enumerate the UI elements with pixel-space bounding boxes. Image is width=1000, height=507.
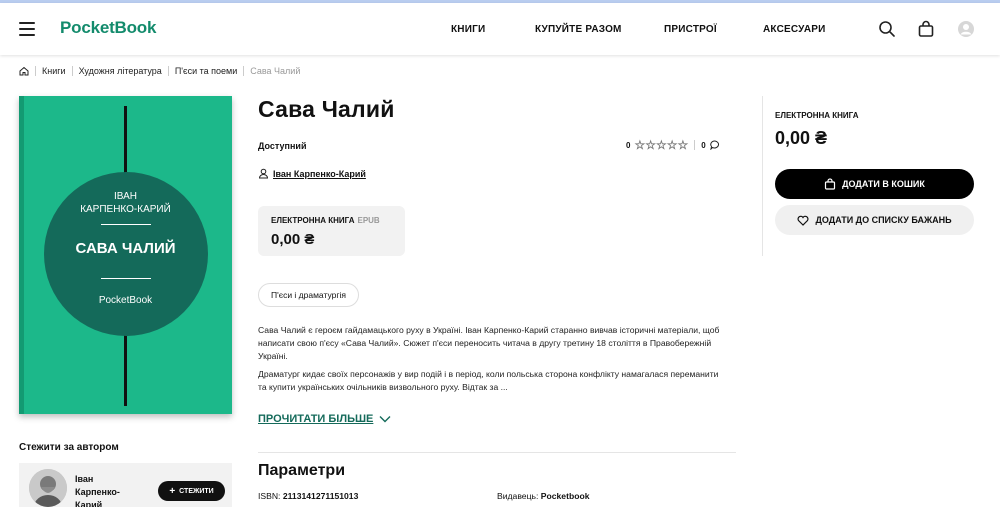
comment-icon <box>709 140 719 150</box>
book-author: Іван Карпенко-Карий <box>258 168 366 179</box>
read-more-link[interactable]: ПРОЧИТАТИ БІЛЬШЕ <box>258 413 391 425</box>
book-description: Сава Чалий є героєм гайдамацького руху в… <box>258 324 728 399</box>
author-card: Іван Карпенко-Карий + СТЕЖИТИ <box>19 463 232 507</box>
bag-icon <box>825 178 836 190</box>
params-title: Параметри <box>258 462 346 479</box>
format-price: 0,00 ₴ <box>271 231 315 248</box>
search-icon[interactable] <box>878 20 896 38</box>
author-avatar[interactable] <box>29 469 67 507</box>
cover-author-first: ІВАН <box>113 191 137 202</box>
star-rating-icon: ☆☆☆☆☆ <box>634 138 689 152</box>
isbn-value: 2113141271151013 <box>282 491 359 501</box>
description-paragraph: Сава Чалий є героєм гайдамацького руху в… <box>258 325 720 361</box>
publisher-value[interactable]: Pocketbook <box>541 491 590 501</box>
nav-buy-together[interactable]: КУПУЙТЕ РАЗОМ <box>535 24 622 35</box>
breadcrumb-plays[interactable]: П'єси та поеми <box>175 66 237 76</box>
nav-books[interactable]: КНИГИ <box>451 24 485 35</box>
heart-icon <box>797 215 809 226</box>
divider <box>258 452 736 453</box>
follow-button[interactable]: + СТЕЖИТИ <box>158 481 225 501</box>
genre-tag[interactable]: П'єси і драматургія <box>258 283 359 307</box>
author-card-name[interactable]: Іван Карпенко-Карий <box>75 473 135 507</box>
description-paragraph: Драматург кидає своїх персонажів у вир п… <box>258 369 719 392</box>
format-type: EPUB <box>357 216 380 225</box>
logo[interactable]: PocketBook <box>60 18 156 38</box>
param-publisher: Видавець: Pocketbook <box>497 491 590 501</box>
chevron-down-icon <box>379 416 391 423</box>
author-link[interactable]: Іван Карпенко-Карий <box>273 169 366 179</box>
cover-publisher: PocketBook <box>98 295 153 306</box>
breadcrumb-fiction[interactable]: Художня література <box>79 66 162 76</box>
sidebar-price: 0,00 ₴ <box>775 128 828 148</box>
rating[interactable]: 0 ☆☆☆☆☆ 0 <box>626 138 720 152</box>
cover-author-last: КАРПЕНКО-КАРИЙ <box>80 204 171 215</box>
add-to-cart-button[interactable]: ДОДАТИ В КОШИК <box>775 169 974 199</box>
reviews-count: 0 <box>701 140 706 150</box>
breadcrumb: Книги Художня література П'єси та поеми … <box>19 66 300 76</box>
follow-author-title: Стежити за автором <box>19 442 119 453</box>
site-header: PocketBook КНИГИ КУПУЙТЕ РАЗОМ ПРИСТРОЇ … <box>0 3 1000 55</box>
person-icon <box>258 168 269 179</box>
sidebar-format-label: ЕЛЕКТРОННА КНИГА <box>775 111 859 120</box>
sidebar-divider <box>762 96 763 256</box>
bag-icon[interactable] <box>917 20 935 38</box>
nav-accessories[interactable]: АКСЕСУАРИ <box>763 24 826 35</box>
user-avatar-icon[interactable] <box>957 20 975 38</box>
cover-title: САВА ЧАЛИЙ <box>75 240 176 257</box>
availability-status: Доступний <box>258 141 307 151</box>
format-label: ЕЛЕКТРОННА КНИГА <box>271 216 355 225</box>
book-cover[interactable]: ІВАН КАРПЕНКО-КАРИЙ САВА ЧАЛИЙ PocketBoo… <box>19 96 232 414</box>
breadcrumb-current: Сава Чалий <box>250 66 301 76</box>
plus-icon: + <box>169 485 176 497</box>
param-isbn: ISBN: 2113141271151013 <box>258 491 359 501</box>
format-card-ebook[interactable]: ЕЛЕКТРОННА КНИГА EPUB 0,00 ₴ <box>258 206 405 256</box>
menu-icon[interactable] <box>19 22 35 36</box>
breadcrumb-books[interactable]: Книги <box>42 66 66 76</box>
book-title: Сава Чалий <box>258 96 395 122</box>
add-to-wishlist-button[interactable]: ДОДАТИ ДО СПИСКУ БАЖАНЬ <box>775 205 974 235</box>
home-icon[interactable] <box>19 66 29 76</box>
rating-value: 0 <box>626 140 631 150</box>
nav-devices[interactable]: ПРИСТРОЇ <box>664 24 717 35</box>
